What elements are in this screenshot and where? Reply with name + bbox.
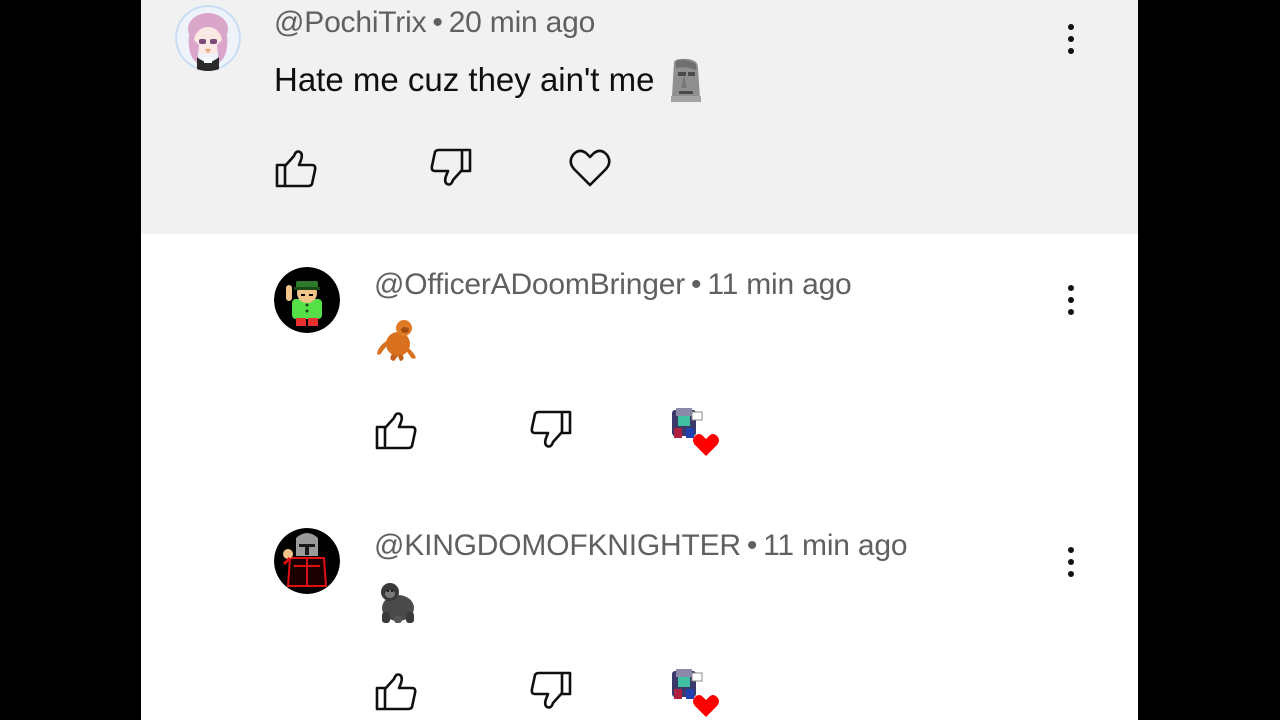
comment-time[interactable]: 11 min ago [763,529,907,562]
dislike-button[interactable] [529,408,573,452]
more-vertical-icon [1068,285,1074,291]
comment-text: Hate me cuz they ain't me [274,58,704,102]
avatar[interactable] [274,267,340,333]
thumbs-down-icon [530,671,572,709]
thumbs-down-icon [530,410,572,448]
moai-emoji [668,58,704,102]
comment-time[interactable]: 11 min ago [707,268,851,301]
more-vertical-icon [1068,547,1074,553]
like-button[interactable] [374,408,418,452]
more-options-button[interactable] [1056,19,1086,59]
creator-heart-badge[interactable] [668,406,724,458]
thumbs-up-icon [375,673,417,711]
meta-separator: • [691,268,702,301]
avatar[interactable] [175,5,241,71]
author-handle[interactable]: @PochiTrix [274,6,427,39]
thumbs-up-icon [275,150,317,188]
meta-separator: • [746,529,758,562]
gorilla-emoji [376,578,420,624]
heart-outline-icon [569,149,611,187]
thumbs-up-icon [375,412,417,450]
comment-time[interactable]: 20 min ago [449,6,596,39]
comment-body: Hate me cuz they ain't me [274,61,655,98]
like-button[interactable] [374,669,418,713]
more-vertical-icon [1068,24,1074,30]
more-options-button[interactable] [1056,542,1086,582]
thumbs-down-icon [430,148,472,186]
comment-meta: @OfficerADoomBringer • 11 min ago [374,268,852,302]
dislike-button[interactable] [529,669,573,713]
comments-panel: @PochiTrix • 20 min ago Hate me cuz they a… [141,0,1138,720]
comment-meta: @PochiTrix • 20 min ago [274,6,595,40]
avatar[interactable] [274,528,340,594]
dislike-button[interactable] [429,146,473,190]
like-button[interactable] [274,146,318,190]
more-options-button[interactable] [1056,280,1086,320]
author-handle[interactable]: @OfficerADoomBringer [374,268,685,301]
author-handle[interactable]: @KINGDOMOFKNIGHTER [374,529,741,562]
meta-separator: • [432,6,443,39]
heart-button[interactable] [568,146,612,190]
creator-heart-badge[interactable] [668,667,724,719]
orangutan-emoji [374,316,420,362]
comment-meta: @KINGDOMOFKNIGHTER • 11 min ago [374,529,908,563]
